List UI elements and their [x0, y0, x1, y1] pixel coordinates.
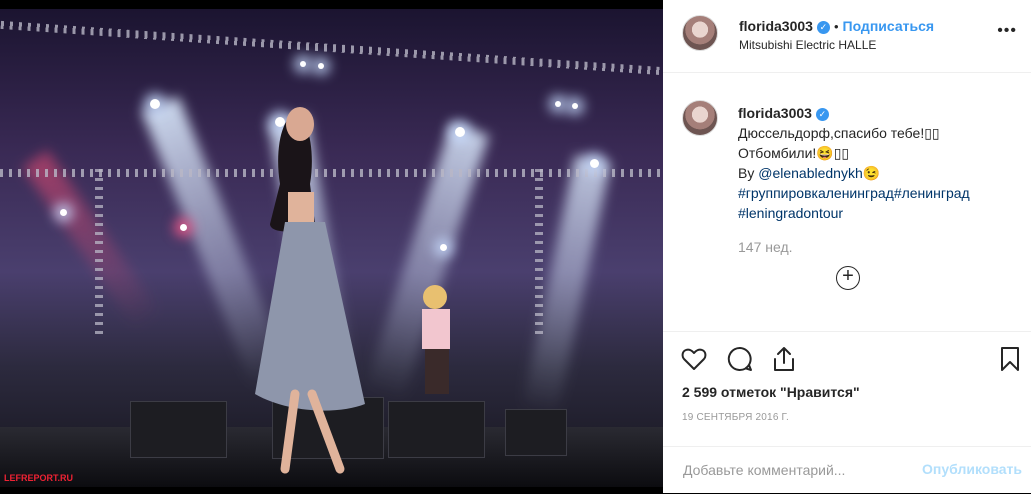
singer-figure [255, 107, 365, 474]
caption-by-prefix: By [738, 165, 759, 181]
separator-dot: • [833, 19, 839, 34]
stage-light [150, 99, 160, 109]
username-link[interactable]: florida3003 [739, 18, 813, 34]
likes-count[interactable]: 2 599 отметок "Нравится" [682, 384, 860, 400]
stage-light [572, 103, 578, 109]
heart-icon[interactable] [679, 344, 709, 374]
stage-light-beam [22, 150, 163, 332]
hashtag-link[interactable]: #группировкаленинград#ленинград [738, 183, 1008, 203]
stage-light [555, 101, 561, 107]
verified-badge-icon: ✓ [815, 108, 829, 121]
stage-light [300, 61, 306, 67]
comment-icon[interactable] [725, 344, 755, 374]
caption-line: Дюссельдорф,спасибо тебе!▯▯ [738, 125, 940, 141]
stage-speaker [388, 401, 485, 458]
bookmark-icon[interactable] [995, 344, 1025, 374]
share-icon[interactable] [769, 344, 799, 374]
comment-input[interactable] [681, 461, 915, 479]
stage-speaker [505, 409, 567, 456]
stage-light [590, 159, 599, 168]
stage-truss [95, 169, 103, 339]
post-photo-container: LEFREPORT.RU [0, 0, 663, 493]
mention-emoji: 😉 [862, 165, 881, 181]
verified-badge-icon: ✓ [816, 21, 830, 34]
caption-username-link[interactable]: florida3003 [738, 105, 812, 121]
band-member-figure [422, 285, 450, 394]
stage-light [180, 224, 187, 231]
post-date[interactable]: 19 СЕНТЯБРЯ 2016 Г. [682, 412, 789, 423]
photo-watermark: LEFREPORT.RU [4, 473, 74, 483]
stage-truss [535, 169, 543, 339]
add-comment-bar: Опубликовать [663, 446, 1031, 494]
stage-light [440, 244, 447, 251]
caption: florida3003 ✓ Дюссельдорф,спасибо тебе!▯▯… [738, 103, 1008, 223]
header-user-row: florida3003 ✓ • Подписаться [739, 18, 934, 36]
more-horizontal-icon[interactable]: ••• [997, 22, 1017, 40]
publish-button[interactable]: Опубликовать [922, 461, 1022, 477]
post-header: florida3003 ✓ • Подписаться Mitsubishi Elec… [663, 0, 1031, 73]
stage-light [60, 209, 67, 216]
post-side-panel: florida3003 ✓ • Подписаться Mitsubishi Elec… [663, 0, 1031, 493]
stage-light [318, 63, 324, 69]
caption-line: Отбомбили!😆▯▯ [738, 145, 850, 161]
hashtag-link[interactable]: #leningradontour [738, 203, 1008, 223]
caption-line: By @elenablednykh😉 [738, 163, 1008, 183]
stage-truss [0, 20, 663, 76]
avatar[interactable] [682, 15, 718, 51]
caption-age: 147 нед. [738, 239, 793, 255]
caption-avatar[interactable] [682, 100, 718, 136]
post-photo[interactable]: LEFREPORT.RU [0, 9, 663, 487]
post-actions: 2 599 отметок "Нравится" 19 СЕНТЯБРЯ 201… [663, 331, 1031, 442]
location-link[interactable]: Mitsubishi Electric HALLE [739, 38, 876, 52]
stage-light [455, 127, 465, 137]
mention-link[interactable]: @elenablednykh [758, 165, 863, 181]
follow-button[interactable]: Подписаться [843, 18, 935, 34]
load-more-icon[interactable]: + [836, 266, 860, 290]
